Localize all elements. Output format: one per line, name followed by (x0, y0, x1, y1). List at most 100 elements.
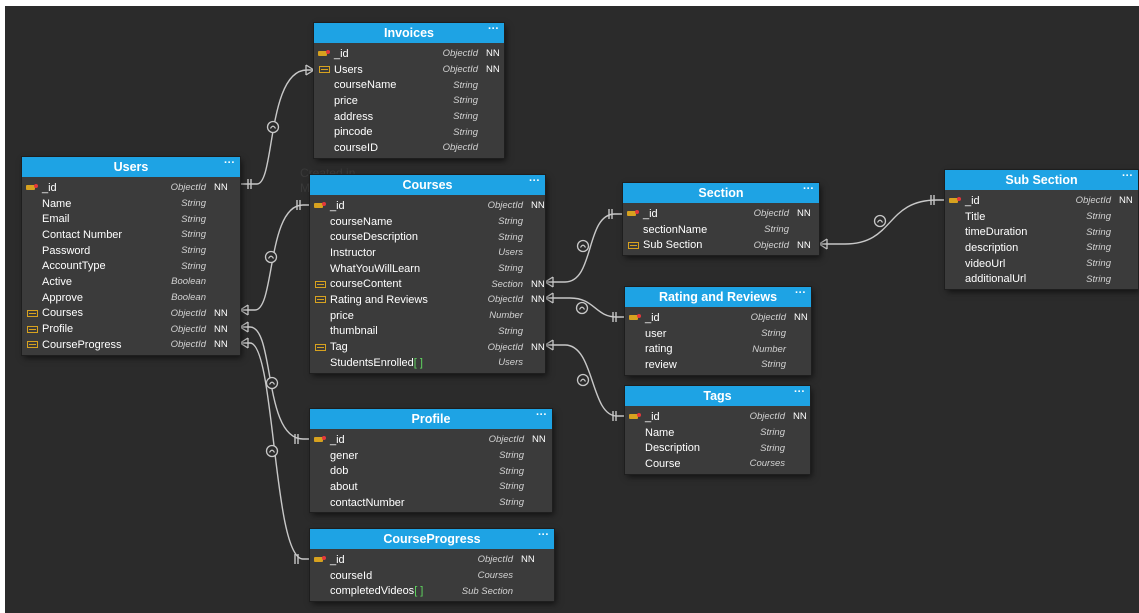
table-row[interactable]: Name String (22, 196, 240, 212)
table-row[interactable]: price Number (310, 308, 545, 324)
table-header[interactable]: Rating and Reviews ··· (625, 287, 811, 307)
table-row[interactable]: review String (625, 357, 811, 373)
table-row[interactable]: _id ObjectId NN (310, 198, 545, 214)
table-row[interactable]: Users ObjectId NN (314, 62, 504, 78)
table-profile[interactable]: Profile ··· _id ObjectId NN gener String dob Str… (310, 409, 552, 513)
table-header[interactable]: Courses ··· (310, 175, 545, 195)
column-type: Sub Section (461, 585, 513, 597)
table-row[interactable]: _id ObjectId NN (625, 310, 811, 326)
column-name: _id (42, 182, 152, 194)
table-row[interactable]: price String (314, 93, 504, 109)
table-row[interactable]: _id ObjectId NN (22, 180, 240, 196)
table-row[interactable]: Instructor Users (310, 245, 545, 261)
table-row[interactable]: _id ObjectId NN (310, 552, 554, 568)
table-row[interactable]: thumbnail String (310, 324, 545, 340)
table-courses[interactable]: Courses ··· _id ObjectId NN courseName String c… (310, 175, 545, 373)
table-row[interactable]: Email String (22, 211, 240, 227)
table-row[interactable]: user String (625, 326, 811, 342)
column-type: ObjectId (487, 294, 523, 306)
table-row[interactable]: _id ObjectId NN (945, 193, 1138, 209)
table-row[interactable]: courseID ObjectId (314, 140, 504, 156)
table-row[interactable]: courseName String (310, 214, 545, 230)
table-header[interactable]: Invoices ··· (314, 23, 504, 43)
column-name: Profile (42, 323, 152, 335)
table-row[interactable]: courseName String (314, 77, 504, 93)
table-menu-icon[interactable]: ··· (536, 405, 547, 425)
table-row[interactable]: WhatYouWillLearn String (310, 261, 545, 277)
table-row[interactable]: Sub Section ObjectId NN (623, 237, 819, 253)
table-header[interactable]: Tags ··· (625, 386, 810, 406)
table-invoices[interactable]: Invoices ··· _id ObjectId NN Users ObjectId NN c… (314, 23, 504, 158)
table-row[interactable]: Name String (625, 425, 810, 441)
table-menu-icon[interactable]: ··· (224, 153, 235, 173)
table-header[interactable]: Sub Section ··· (945, 170, 1138, 190)
table-header[interactable]: Profile ··· (310, 409, 552, 429)
table-row[interactable]: Course Courses (625, 456, 810, 472)
table-row[interactable]: Courses ObjectId NN (22, 306, 240, 322)
table-row[interactable]: Description String (625, 440, 810, 456)
table-row[interactable]: description String (945, 240, 1138, 256)
table-users[interactable]: Users ··· _id ObjectId NN Name String Email Stri… (22, 157, 240, 355)
table-row[interactable]: additionalUrl String (945, 271, 1138, 287)
column-name-text: _id (330, 199, 345, 212)
table-row[interactable]: Contact Number String (22, 227, 240, 243)
table-header[interactable]: CourseProgress ··· (310, 529, 554, 549)
table-menu-icon[interactable]: ··· (803, 179, 814, 199)
table-row[interactable]: pincode String (314, 124, 504, 140)
table-row[interactable]: courseDescription String (310, 229, 545, 245)
table-courseprogress[interactable]: CourseProgress ··· _id ObjectId NN courseId Co… (310, 529, 554, 602)
column-name-text: Tag (330, 341, 348, 354)
table-row[interactable]: Title String (945, 209, 1138, 225)
table-row[interactable]: CourseProgress ObjectId NN (22, 337, 240, 353)
table-row[interactable]: contactNumber String (310, 495, 552, 511)
column-name-text: _id (965, 194, 980, 207)
diagram-canvas[interactable]: Created in M Invoices ··· _id ObjectId NN Use… (5, 6, 1139, 613)
column-name-text: Title (965, 210, 986, 223)
column-name-text: courseContent (330, 278, 402, 291)
table-row[interactable]: sectionName String (623, 222, 819, 238)
foreign-key-icon (310, 280, 330, 288)
table-menu-icon[interactable]: ··· (1122, 166, 1133, 186)
table-row[interactable]: dob String (310, 463, 552, 479)
table-row[interactable]: gener String (310, 448, 552, 464)
table-row[interactable]: _id ObjectId NN (623, 206, 819, 222)
table-row[interactable]: _id ObjectId NN (310, 432, 552, 448)
column-name-text: courseID (334, 141, 379, 154)
table-header[interactable]: Users ··· (22, 157, 240, 177)
table-row[interactable]: rating Number (625, 341, 811, 357)
column-name-text: Email (42, 213, 70, 226)
cardinality-circle (576, 239, 590, 253)
table-row[interactable]: about String (310, 479, 552, 495)
table-row[interactable]: AccountType String (22, 258, 240, 274)
table-menu-icon[interactable]: ··· (794, 382, 805, 402)
table-menu-icon[interactable]: ··· (538, 525, 549, 545)
primary-key-icon (310, 436, 330, 443)
table-menu-icon[interactable]: ··· (529, 171, 540, 191)
table-row[interactable]: completedVideos[ ] Sub Section (310, 583, 554, 599)
table-row[interactable]: _id ObjectId NN (625, 409, 810, 425)
table-row[interactable]: Tag ObjectId NN (310, 339, 545, 355)
table-menu-icon[interactable]: ··· (795, 283, 806, 303)
table-row[interactable]: _id ObjectId NN (314, 46, 504, 62)
table-menu-icon[interactable]: ··· (488, 19, 499, 39)
table-row[interactable]: Profile ObjectId NN (22, 321, 240, 337)
table-row[interactable]: address String (314, 109, 504, 125)
table-subsection[interactable]: Sub Section ··· _id ObjectId NN Title String ti… (945, 170, 1138, 290)
table-row[interactable]: courseContent Section NN (310, 276, 545, 292)
not-null-flag: NN (531, 341, 545, 353)
table-row[interactable]: StudentsEnrolled[ ] Users (310, 355, 545, 371)
table-row[interactable]: Rating and Reviews ObjectId NN (310, 292, 545, 308)
table-row[interactable]: videoUrl String (945, 256, 1138, 272)
column-name: review (645, 359, 722, 371)
table-rating[interactable]: Rating and Reviews ··· _id ObjectId NN user St… (625, 287, 811, 375)
column-type: ObjectId (753, 239, 789, 251)
table-row[interactable]: timeDuration String (945, 224, 1138, 240)
column-name: Course (645, 458, 721, 470)
table-header[interactable]: Section ··· (623, 183, 819, 203)
table-row[interactable]: courseId Courses (310, 568, 554, 584)
table-row[interactable]: Password String (22, 243, 240, 259)
table-section[interactable]: Section ··· _id ObjectId NN sectionName String… (623, 183, 819, 256)
table-row[interactable]: Active Boolean (22, 274, 240, 290)
table-tags[interactable]: Tags ··· _id ObjectId NN Name String Descriptio… (625, 386, 810, 474)
table-row[interactable]: Approve Boolean (22, 290, 240, 306)
